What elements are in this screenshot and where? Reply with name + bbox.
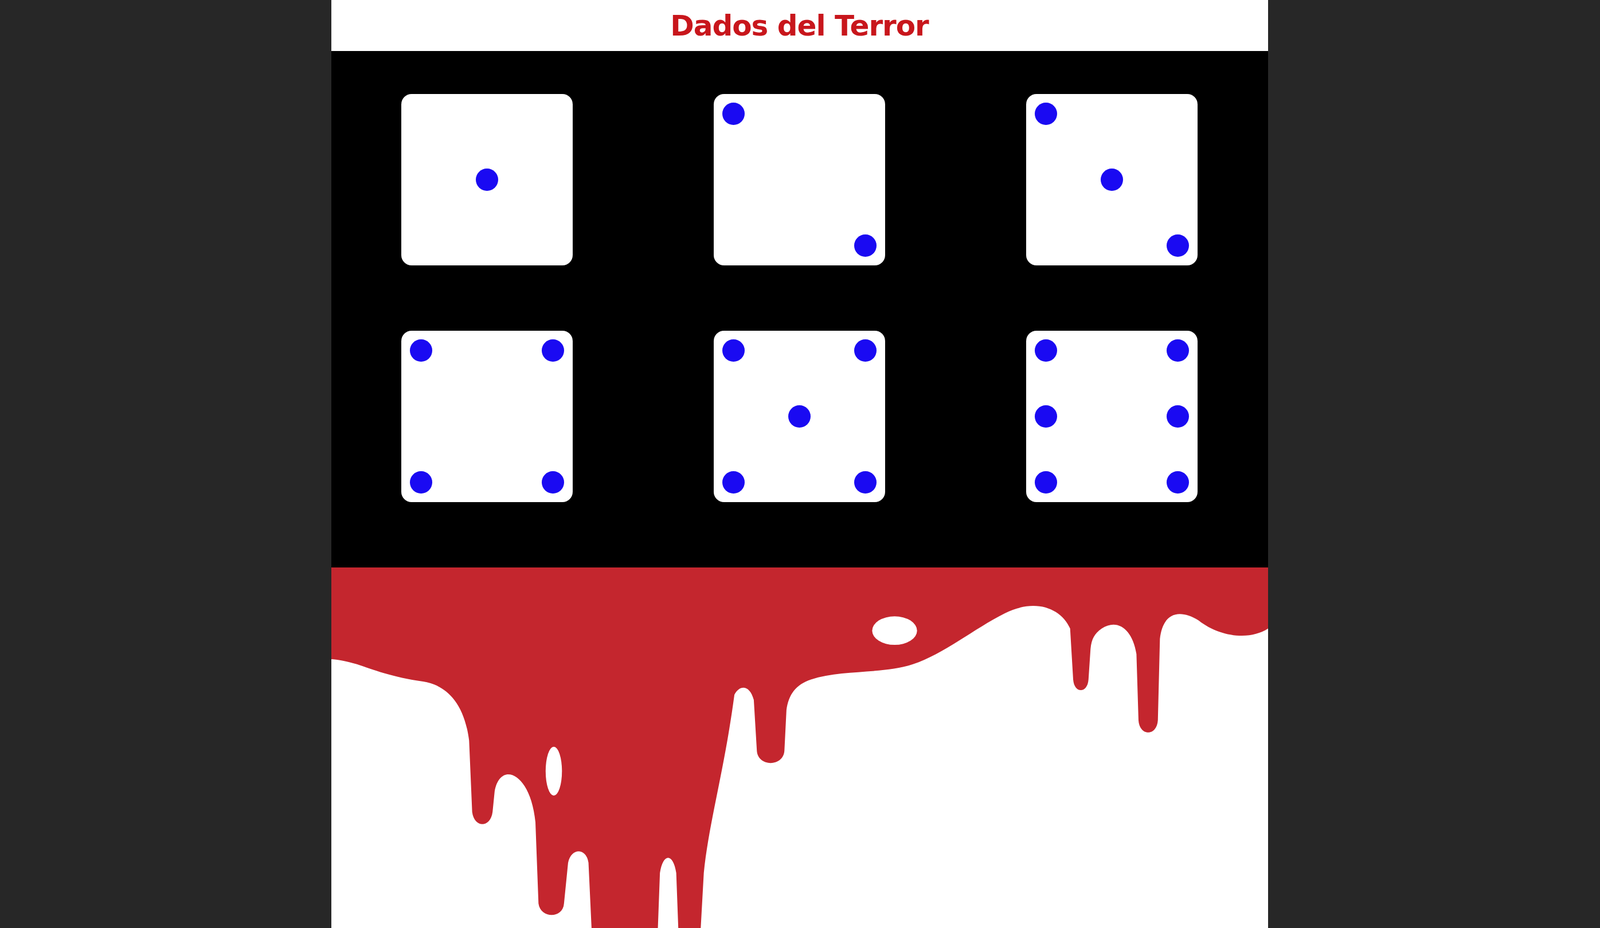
pip-slot bbox=[409, 339, 433, 362]
page: Dados del Terror bbox=[0, 0, 1600, 928]
pip bbox=[541, 339, 565, 362]
pip-slot bbox=[1034, 234, 1058, 257]
blood-decoration bbox=[331, 567, 1269, 928]
pip-slot bbox=[1166, 361, 1189, 472]
dice-area bbox=[331, 51, 1269, 568]
pip-slot bbox=[1166, 471, 1189, 494]
pip bbox=[409, 339, 433, 362]
pip-slot bbox=[1034, 361, 1058, 472]
die-slot bbox=[643, 330, 956, 503]
pip bbox=[1166, 405, 1189, 428]
die-slot bbox=[955, 94, 1269, 266]
pip-slot bbox=[854, 124, 877, 235]
pip-slot bbox=[722, 102, 745, 125]
pip bbox=[1100, 168, 1124, 191]
pip-slot bbox=[722, 234, 745, 257]
blood-drip-icon bbox=[331, 567, 1269, 928]
pip-slot bbox=[1166, 339, 1189, 362]
pip-slot bbox=[541, 234, 565, 257]
die-slot bbox=[643, 94, 956, 266]
pip-slot bbox=[854, 361, 877, 472]
pip-slot bbox=[1166, 234, 1189, 257]
pip-slot bbox=[744, 471, 855, 494]
pip-slot bbox=[744, 102, 855, 125]
header: Dados del Terror bbox=[331, 0, 1269, 52]
pip-slot bbox=[432, 234, 542, 257]
pip-slot bbox=[722, 339, 745, 362]
pip-slot bbox=[744, 339, 855, 362]
pip-slot bbox=[541, 471, 565, 494]
pip-slot bbox=[432, 471, 542, 494]
pip-slot bbox=[744, 234, 855, 257]
pip-slot bbox=[722, 361, 745, 472]
pip bbox=[788, 405, 811, 428]
pip-slot bbox=[854, 102, 877, 125]
die[interactable] bbox=[1026, 330, 1198, 503]
die[interactable] bbox=[401, 94, 573, 266]
pip bbox=[475, 168, 499, 191]
die-slot bbox=[955, 330, 1269, 503]
pip bbox=[722, 339, 745, 362]
pip bbox=[1034, 102, 1058, 125]
pip-slot bbox=[541, 102, 565, 125]
pip-slot bbox=[1057, 124, 1167, 235]
title: Dados del Terror bbox=[670, 9, 929, 43]
pip-slot bbox=[1034, 102, 1058, 125]
pip-slot bbox=[854, 234, 877, 257]
pip-slot bbox=[1034, 124, 1058, 235]
pip bbox=[854, 234, 877, 257]
pip bbox=[409, 471, 433, 494]
game-board: Dados del Terror bbox=[331, 0, 1269, 928]
die[interactable] bbox=[401, 330, 573, 503]
pip-slot bbox=[1034, 471, 1058, 494]
pip-slot bbox=[1057, 361, 1167, 472]
die-slot bbox=[331, 94, 644, 266]
pip-slot bbox=[722, 471, 745, 494]
pip bbox=[1034, 405, 1058, 428]
pip-slot bbox=[541, 124, 565, 235]
pip bbox=[854, 339, 877, 362]
pip bbox=[1166, 234, 1189, 257]
pip-slot bbox=[1057, 339, 1167, 362]
pip-slot bbox=[432, 361, 542, 472]
pip-slot bbox=[1057, 102, 1167, 125]
pip bbox=[1166, 471, 1189, 494]
pip-slot bbox=[744, 361, 855, 472]
pip-slot bbox=[1034, 339, 1058, 362]
pip-slot bbox=[1057, 471, 1167, 494]
pip bbox=[1034, 471, 1058, 494]
pip-slot bbox=[1166, 124, 1189, 235]
pip-slot bbox=[432, 339, 542, 362]
die[interactable] bbox=[713, 94, 886, 266]
pip bbox=[722, 471, 745, 494]
pip-slot bbox=[1057, 234, 1167, 257]
pip bbox=[1166, 339, 1189, 362]
pip-slot bbox=[432, 124, 542, 235]
pip bbox=[1034, 339, 1058, 362]
pip-slot bbox=[744, 124, 855, 235]
pip bbox=[722, 102, 745, 125]
pip-slot bbox=[1166, 102, 1189, 125]
pip-slot bbox=[432, 102, 542, 125]
pip-slot bbox=[409, 102, 433, 125]
pip-slot bbox=[409, 234, 433, 257]
die[interactable] bbox=[1026, 94, 1198, 266]
pip-slot bbox=[854, 339, 877, 362]
pip-slot bbox=[541, 361, 565, 472]
die[interactable] bbox=[713, 330, 886, 503]
pip-slot bbox=[409, 124, 433, 235]
pip-slot bbox=[409, 471, 433, 494]
pip-slot bbox=[722, 124, 745, 235]
pip-slot bbox=[409, 361, 433, 472]
pip bbox=[854, 471, 877, 494]
pip-slot bbox=[541, 339, 565, 362]
pip bbox=[541, 471, 565, 494]
die-slot bbox=[331, 330, 644, 503]
pip-slot bbox=[854, 471, 877, 494]
